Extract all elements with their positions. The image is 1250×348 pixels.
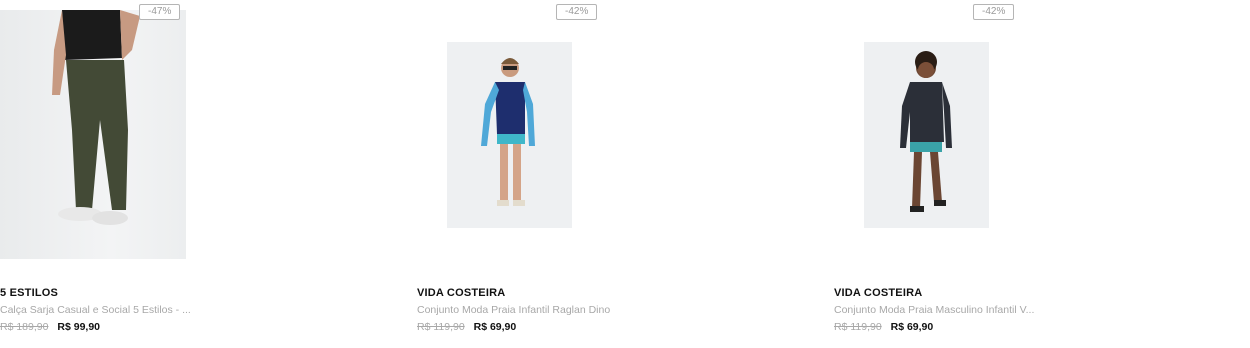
product-card[interactable]: -47% 5 ESTILOS Calça Sarja Casual e Soci… — [0, 0, 390, 348]
original-price: R$ 119,90 — [417, 321, 465, 333]
product-card[interactable]: -42% VIDA COSTEIRA Conjunto Moda Praia I… — [417, 0, 807, 348]
discount-badge: -47% — [139, 4, 181, 20]
product-card[interactable]: -42% VIDA COSTEIRA Conjunto Moda Praia M… — [834, 0, 1224, 348]
product-brand[interactable]: VIDA COSTEIRA — [834, 287, 922, 299]
discount-badge: -42% — [973, 4, 1015, 20]
product-prices: R$ 119,90 R$ 69,90 — [417, 321, 516, 333]
sale-price: R$ 69,90 — [890, 321, 934, 333]
sale-price: R$ 99,90 — [57, 321, 101, 333]
product-prices: R$ 189,90 R$ 99,90 — [0, 321, 100, 333]
sale-price: R$ 69,90 — [473, 321, 517, 333]
product-image-link[interactable]: -42% — [417, 0, 807, 270]
product-photo-pants — [0, 10, 186, 259]
product-image-link[interactable]: -47% — [0, 0, 390, 270]
product-brand[interactable]: VIDA COSTEIRA — [417, 287, 505, 299]
product-image-link[interactable]: -42% — [834, 0, 1224, 270]
product-prices: R$ 119,90 R$ 69,90 — [834, 321, 933, 333]
original-price: R$ 189,90 — [0, 321, 49, 333]
discount-badge: -42% — [556, 4, 598, 20]
product-title[interactable]: Conjunto Moda Praia Masculino Infantil V… — [834, 304, 1034, 316]
product-title[interactable]: Conjunto Moda Praia Infantil Raglan Dino — [417, 304, 610, 316]
product-photo-swimwear-masculino — [864, 42, 989, 228]
product-photo-swimwear-raglan — [447, 42, 572, 228]
product-title[interactable]: Calça Sarja Casual e Social 5 Estilos - … — [0, 304, 191, 316]
original-price: R$ 119,90 — [834, 321, 882, 333]
product-grid: -47% 5 ESTILOS Calça Sarja Casual e Soci… — [0, 0, 1250, 348]
product-brand[interactable]: 5 ESTILOS — [0, 287, 58, 299]
